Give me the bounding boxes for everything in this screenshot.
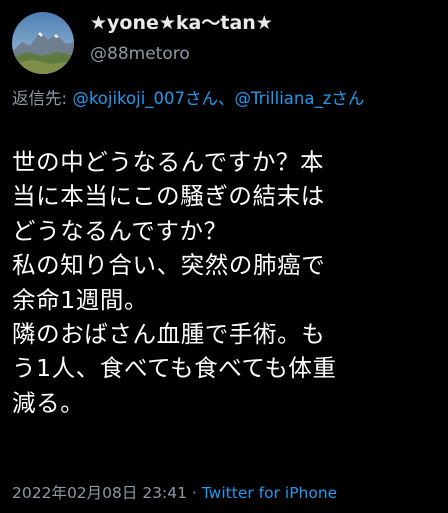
tweet-text-line: 私の知り合い、突然の肺癌で [12,251,326,280]
reply-context: 返信先: @kojikoji_007さん、@Trilliana_zさん [12,86,442,111]
meta-separator: · [187,484,202,502]
tweet-source-link[interactable]: Twitter for iPhone [202,484,337,502]
tweet-text-line: 余命1週間。 [12,285,149,314]
mountain-landscape-icon [12,12,74,74]
mention-link-trilliana[interactable]: @Trilliana_zさん [235,89,365,108]
tweet-text-line: 当に本当にこの騒ぎの結末は [12,182,325,211]
tweet-text-line: 世の中どうなるんですか？本 [12,148,325,176]
mention-link-kojikoji[interactable]: @kojikoji_007さん [72,89,218,108]
tweet-text-line: どうなるんですか？ [12,216,228,245]
tweet-text-line: 減る。 [12,388,85,417]
tweet-card: ★yone★ka〜tan★ @88metoro 返信先: @kojikoji_0… [0,0,448,513]
reply-prefix: 返信先: [12,89,73,108]
tweet-text-line: 隣のおばさん血腫で手術。も [12,320,326,349]
tweet-text-line: う1人、食べても食べても体重 [12,354,337,383]
user-name-block: ★yone★ka〜tan★ @88metoro [90,10,430,66]
user-avatar[interactable] [12,12,74,74]
mention-separator: 、 [218,89,235,108]
tweet-timestamp[interactable]: 2022年02月08日 23:41 [12,484,187,502]
tweet-text: 世の中どうなるんですか？本 当に本当にこの騒ぎの結末は どうなるんですか？ 私の… [12,145,440,420]
display-name[interactable]: ★yone★ka〜tan★ [90,10,430,36]
tweet-meta: 2022年02月08日 23:41 · Twitter for iPhone [12,481,337,505]
user-handle[interactable]: @88metoro [90,42,430,66]
